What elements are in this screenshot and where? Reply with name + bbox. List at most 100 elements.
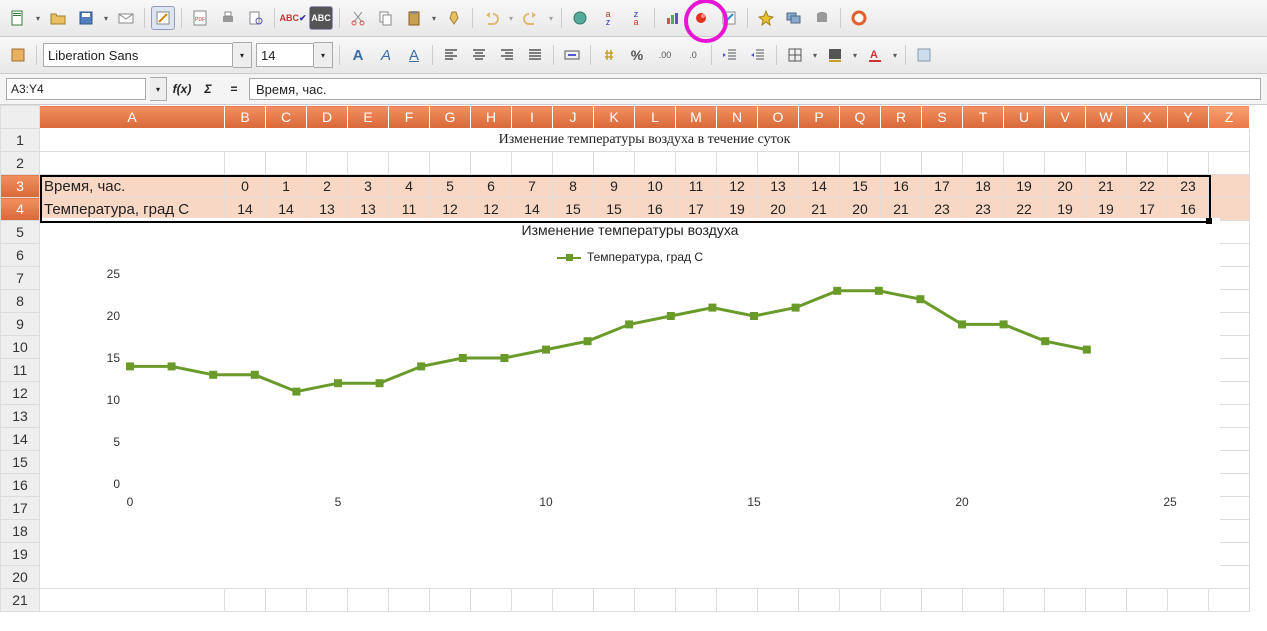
redo-dropdown[interactable]: ▾	[547, 7, 555, 29]
cell-Q2[interactable]	[840, 152, 881, 175]
cell-F2[interactable]	[389, 152, 430, 175]
fill-handle[interactable]	[1206, 218, 1212, 224]
cell-P3[interactable]: 14	[799, 175, 840, 198]
formula-input[interactable]: Время, час.	[249, 78, 1261, 100]
borders-dropdown[interactable]: ▾	[811, 44, 819, 66]
percent-button[interactable]: %	[625, 43, 649, 67]
col-header-C[interactable]: C	[266, 106, 307, 129]
row-header-4[interactable]: 4	[1, 198, 40, 221]
cell-D3[interactable]: 2	[307, 175, 348, 198]
autospell-button[interactable]: ABC	[309, 6, 333, 30]
help-button[interactable]	[847, 6, 871, 30]
font-size-input[interactable]: 14	[256, 43, 314, 67]
cell-N3[interactable]: 12	[717, 175, 758, 198]
cell-U21[interactable]	[1004, 589, 1045, 612]
decrease-indent-button[interactable]	[718, 43, 742, 67]
cell-G2[interactable]	[430, 152, 471, 175]
spellcheck-button[interactable]: ABC✔	[281, 6, 305, 30]
col-header-Y[interactable]: Y	[1168, 106, 1209, 129]
print-preview-button[interactable]	[244, 6, 268, 30]
cell-G3[interactable]: 5	[430, 175, 471, 198]
col-header-P[interactable]: P	[799, 106, 840, 129]
cell-T2[interactable]	[963, 152, 1004, 175]
cell-I2[interactable]	[512, 152, 553, 175]
cell-C3[interactable]: 1	[266, 175, 307, 198]
col-header-I[interactable]: I	[512, 106, 553, 129]
macro-edit-button[interactable]	[717, 6, 741, 30]
cell-W3[interactable]: 21	[1086, 175, 1127, 198]
cell-A2[interactable]	[40, 152, 225, 175]
cell-L2[interactable]	[635, 152, 676, 175]
col-header-U[interactable]: U	[1004, 106, 1045, 129]
cell-V3[interactable]: 20	[1045, 175, 1086, 198]
font-name-input[interactable]: Liberation Sans	[43, 43, 233, 67]
sum-button[interactable]: Σ	[197, 79, 219, 99]
cell-J3[interactable]: 8	[553, 175, 594, 198]
cell-J21[interactable]	[553, 589, 594, 612]
cell-reference-dropdown[interactable]: ▾	[150, 77, 167, 101]
row-header-11[interactable]: 11	[1, 359, 40, 382]
align-center-button[interactable]	[467, 43, 491, 67]
cell-I3[interactable]: 7	[512, 175, 553, 198]
cell-N21[interactable]	[717, 589, 758, 612]
pdf-export-button[interactable]: PDF	[188, 6, 212, 30]
select-all-corner[interactable]	[1, 106, 40, 129]
cell-F3[interactable]: 4	[389, 175, 430, 198]
redo-button[interactable]	[519, 6, 543, 30]
cell-V2[interactable]	[1045, 152, 1086, 175]
format-paintbrush-button[interactable]	[442, 6, 466, 30]
cell-O2[interactable]	[758, 152, 799, 175]
gallery-button[interactable]	[782, 6, 806, 30]
cell-X2[interactable]	[1127, 152, 1168, 175]
cell-I21[interactable]	[512, 589, 553, 612]
paste-button[interactable]	[402, 6, 426, 30]
edit-mode-button[interactable]	[151, 6, 175, 30]
font-size-dropdown[interactable]: ▾	[314, 42, 333, 68]
row-header-14[interactable]: 14	[1, 428, 40, 451]
col-header-A[interactable]: A	[40, 106, 225, 129]
col-header-Q[interactable]: Q	[840, 106, 881, 129]
cell-X3[interactable]: 22	[1127, 175, 1168, 198]
paste-dropdown[interactable]: ▾	[430, 7, 438, 29]
align-left-button[interactable]	[439, 43, 463, 67]
cell-Y21[interactable]	[1168, 589, 1209, 612]
underline-button[interactable]: A	[402, 43, 426, 67]
cell-reference-input[interactable]: A3:Y4	[6, 78, 146, 100]
col-header-N[interactable]: N	[717, 106, 758, 129]
spreadsheet-area[interactable]: ABCDEFGHIJKLMNOPQRSTUVWXYZ1Изменение тем…	[0, 105, 1267, 631]
cell-E21[interactable]	[348, 589, 389, 612]
cell-H3[interactable]: 6	[471, 175, 512, 198]
cell-C21[interactable]	[266, 589, 307, 612]
cell-T3[interactable]: 18	[963, 175, 1004, 198]
bold-button[interactable]: A	[346, 43, 370, 67]
cut-button[interactable]	[346, 6, 370, 30]
hyperlink-button[interactable]	[568, 6, 592, 30]
row-header-8[interactable]: 8	[1, 290, 40, 313]
row-header-6[interactable]: 6	[1, 244, 40, 267]
col-header-G[interactable]: G	[430, 106, 471, 129]
cell-R2[interactable]	[881, 152, 922, 175]
cell-H21[interactable]	[471, 589, 512, 612]
cell-V21[interactable]	[1045, 589, 1086, 612]
cell-E3[interactable]: 3	[348, 175, 389, 198]
col-header-V[interactable]: V	[1045, 106, 1086, 129]
col-header-T[interactable]: T	[963, 106, 1004, 129]
row-header-20[interactable]: 20	[1, 566, 40, 589]
datasources-button[interactable]	[810, 6, 834, 30]
row-header-13[interactable]: 13	[1, 405, 40, 428]
cell-K3[interactable]: 9	[594, 175, 635, 198]
cell-D21[interactable]	[307, 589, 348, 612]
cell-X21[interactable]	[1127, 589, 1168, 612]
function-wizard-button[interactable]: f(x)	[171, 79, 193, 99]
italic-button[interactable]: A	[374, 43, 398, 67]
col-header-F[interactable]: F	[389, 106, 430, 129]
currency-button[interactable]	[597, 43, 621, 67]
col-header-K[interactable]: K	[594, 106, 635, 129]
cell-M2[interactable]	[676, 152, 717, 175]
title-cell[interactable]: Изменение температуры воздуха в течение …	[40, 129, 1250, 152]
cell-T21[interactable]	[963, 589, 1004, 612]
col-header-E[interactable]: E	[348, 106, 389, 129]
cell-C2[interactable]	[266, 152, 307, 175]
align-justify-button[interactable]	[523, 43, 547, 67]
merge-cells-button[interactable]	[560, 43, 584, 67]
